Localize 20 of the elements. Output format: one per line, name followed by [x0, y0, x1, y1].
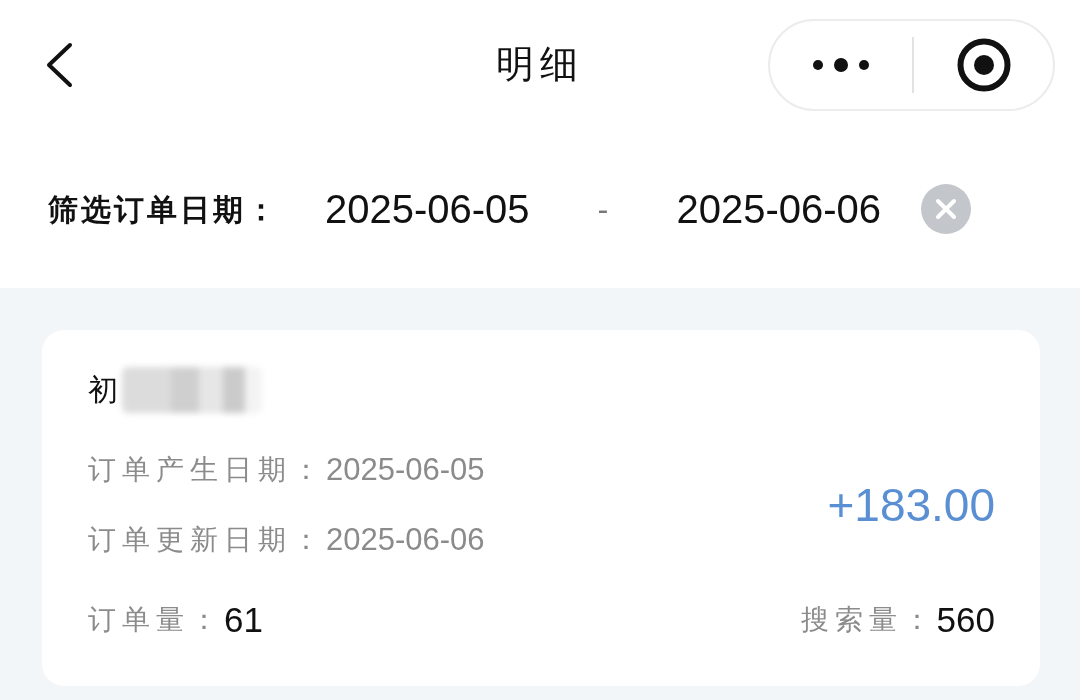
start-date-field[interactable]: 2025-06-05	[325, 185, 530, 233]
field-label: 订单量：	[88, 602, 224, 638]
field-value: 2025-06-06	[326, 520, 485, 559]
field-label: 订单产生日期：	[88, 452, 326, 488]
search-count: 560	[936, 599, 995, 641]
customer-name: 初	[88, 371, 118, 409]
chevron-left-icon	[44, 42, 74, 88]
page-title: 明细	[496, 42, 584, 88]
back-button[interactable]	[44, 42, 74, 88]
amount-text: +183.00	[827, 479, 995, 531]
order-count: 61	[224, 599, 263, 641]
end-date-field[interactable]: 2025-06-06	[676, 185, 882, 233]
filter-label: 筛选订单日期：	[48, 190, 279, 229]
clear-icon	[921, 184, 972, 234]
field-label: 订单更新日期：	[88, 522, 326, 558]
date-separator: -	[597, 190, 609, 229]
field-value: 2025-06-05	[326, 450, 485, 489]
more-icon	[812, 57, 870, 73]
target-icon	[956, 38, 1011, 92]
field-label: 搜索量：	[800, 602, 937, 638]
